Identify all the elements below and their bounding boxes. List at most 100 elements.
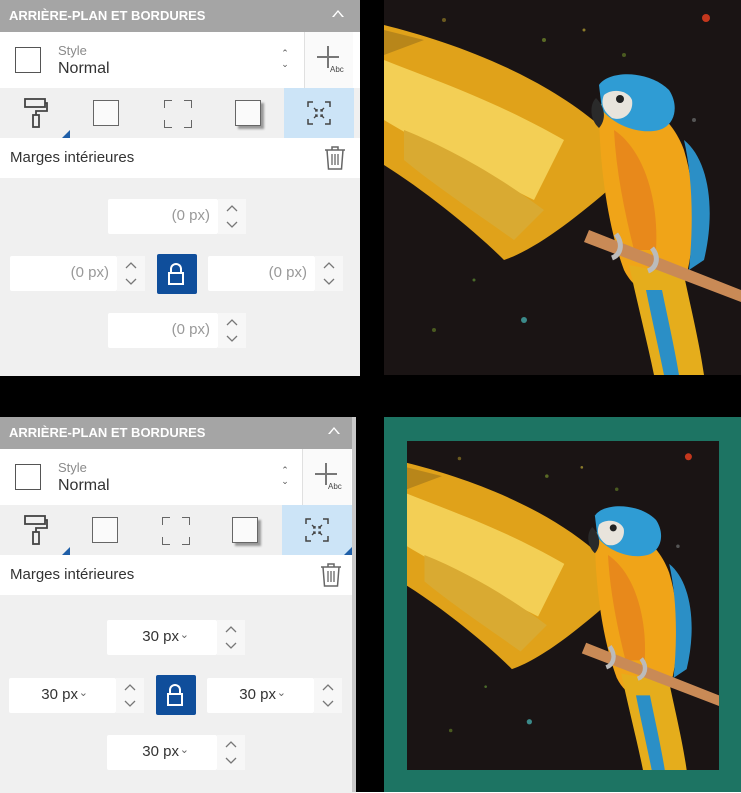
padding-left-value: (0 px) [70,264,109,281]
padding-left-input[interactable]: (0 px) [10,256,117,291]
style-label: Style [58,460,87,475]
chevron-down-icon[interactable] [225,756,237,764]
divider [356,417,384,792]
trash-icon[interactable] [320,563,342,587]
panel-header[interactable]: ARRIÈRE-PLAN ET BORDURES [0,0,360,32]
tab-dashed-border[interactable] [142,88,212,138]
tab-shadow[interactable] [210,505,280,555]
tab-padding[interactable] [282,505,352,555]
style-dropdown-icon[interactable]: ⌃ ⌄ [278,465,292,489]
preview-image-no-padding [384,0,741,375]
style-selector[interactable]: Style Normal ⌃ ⌄ Abc [0,449,356,505]
divider [0,376,741,417]
tab-bar [0,88,360,138]
padding-right-value: (0 px) [268,264,307,281]
chevron-down-icon[interactable] [225,641,237,649]
shadow-square-icon [232,517,258,543]
padding-top-input[interactable]: 30 px ⌄ [107,620,217,655]
padding-right-input[interactable]: 30 px ⌄ [207,678,314,713]
abc-text: Abc [328,482,342,491]
chevron-up-icon[interactable] [226,319,238,327]
chevron-down-icon[interactable] [124,699,136,707]
collapse-icon[interactable] [332,10,344,17]
tab-bar [0,505,356,555]
paint-roller-icon [24,515,48,545]
padding-bottom-stepper[interactable] [218,313,246,348]
padding-bottom-input[interactable]: 30 px ⌄ [107,735,217,770]
style-label: Style [58,43,87,58]
padding-icon [307,101,331,125]
panel-header[interactable]: ARRIÈRE-PLAN ET BORDURES [0,417,356,449]
padding-icon [305,518,329,542]
collapse-icon[interactable] [328,427,340,434]
chevron-down-icon[interactable] [322,699,334,707]
border-square-icon [93,100,119,126]
padding-bottom-stepper[interactable] [217,735,245,770]
padding-top-stepper[interactable] [217,620,245,655]
chevron-up-icon[interactable] [226,205,238,213]
scrollbar[interactable] [352,417,356,792]
border-square-icon [92,517,118,543]
style-swatch-icon [15,464,41,490]
lock-padding-button[interactable] [157,254,197,294]
chevron-down-icon[interactable]: ⌄ [277,686,286,699]
preview-image-with-padding [407,441,719,770]
style-selector[interactable]: Style Normal ⌃ ⌄ Abc [0,32,360,88]
panel-header-title: ARRIÈRE-PLAN ET BORDURES [9,8,206,23]
chevron-down-icon[interactable]: ⌄ [180,628,189,641]
add-style-button[interactable]: Abc [302,449,351,505]
shadow-square-icon [235,100,261,126]
lock-padding-button[interactable] [156,675,196,715]
padding-right-value: 30 px [239,686,276,703]
submenu-indicator-icon [344,547,352,555]
padding-right-stepper[interactable] [314,678,342,713]
padding-top-stepper[interactable] [218,199,246,234]
padding-right-stepper[interactable] [315,256,343,291]
chevron-down-icon[interactable] [226,220,238,228]
padding-panel-after: ARRIÈRE-PLAN ET BORDURES Style Normal ⌃ ⌄… [0,417,356,793]
parrot-image [384,0,741,375]
tab-background[interactable] [0,505,70,555]
padding-top-input[interactable]: (0 px) [108,199,218,234]
padding-section-header: Marges intérieures [0,555,356,595]
style-swatch-icon [15,47,41,73]
tab-border[interactable] [70,505,140,555]
chevron-down-icon[interactable] [323,277,335,285]
chevron-up-icon[interactable] [225,626,237,634]
submenu-indicator-icon [62,130,70,138]
chevron-up-icon[interactable] [125,262,137,270]
chevron-down-icon[interactable] [125,277,137,285]
style-value: Normal [58,60,110,77]
chevron-down-icon[interactable]: ⌄ [180,743,189,756]
chevron-down-icon[interactable]: ⌄ [79,686,88,699]
add-style-button[interactable]: Abc [304,32,353,88]
chevron-up-icon[interactable] [124,684,136,692]
chevron-up-icon[interactable] [322,684,334,692]
trash-icon[interactable] [324,146,346,170]
tab-shadow[interactable] [213,88,283,138]
corners-icon [162,517,190,545]
chevron-down-icon[interactable] [226,334,238,342]
style-value: Normal [58,477,110,494]
padding-left-input[interactable]: 30 px ⌄ [9,678,116,713]
corners-icon [164,100,192,128]
padding-right-input[interactable]: (0 px) [208,256,315,291]
tab-background[interactable] [0,88,70,138]
padding-top-value: 30 px [142,628,179,645]
abc-text: Abc [330,65,344,74]
padding-label: Marges intérieures [10,566,135,583]
submenu-indicator-icon [62,547,70,555]
padding-top-value: (0 px) [171,207,210,224]
padding-bottom-value: (0 px) [171,321,210,338]
tab-dashed-border[interactable] [140,505,210,555]
tab-padding[interactable] [284,88,354,138]
tab-border[interactable] [71,88,141,138]
style-dropdown-icon[interactable]: ⌃ ⌄ [278,48,292,72]
padding-panel-before: ARRIÈRE-PLAN ET BORDURES Style Normal ⌃ ⌄… [0,0,360,376]
padding-bottom-input[interactable]: (0 px) [108,313,218,348]
parrot-image [407,441,719,770]
chevron-up-icon[interactable] [323,262,335,270]
padding-left-stepper[interactable] [116,678,144,713]
padding-left-stepper[interactable] [117,256,145,291]
chevron-up-icon[interactable] [225,741,237,749]
